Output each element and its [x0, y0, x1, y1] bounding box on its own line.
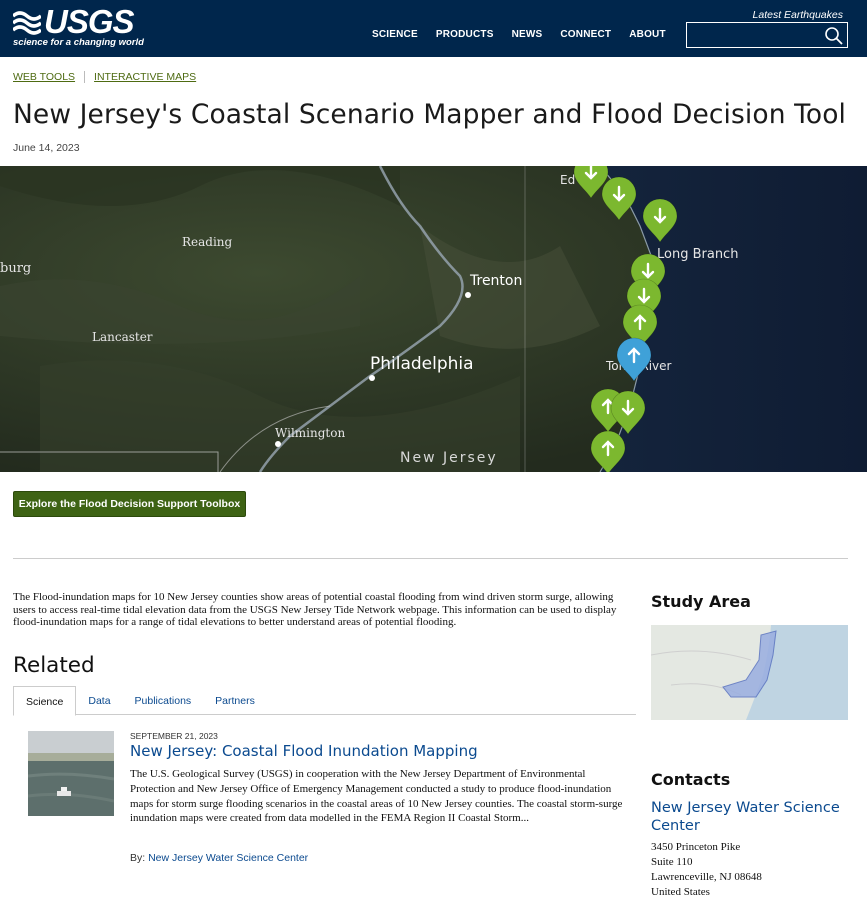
- contacts-heading: Contacts: [651, 770, 731, 789]
- card-by-label: By:: [130, 852, 146, 864]
- search-input[interactable]: [686, 22, 848, 48]
- explore-toolbox-button[interactable]: Explore the Flood Decision Support Toolb…: [13, 491, 246, 517]
- study-area-map[interactable]: [651, 625, 848, 720]
- card-by-link[interactable]: New Jersey Water Science Center: [148, 852, 308, 864]
- map-label-reading: Reading: [182, 235, 233, 249]
- publish-date: June 14, 2023: [13, 142, 80, 154]
- card-title-link[interactable]: New Jersey: Coastal Flood Inundation Map…: [130, 742, 478, 760]
- site-header: USGS science for a changing world SCIENC…: [0, 0, 867, 57]
- address-line: Lawrenceville, NJ 08648: [651, 871, 762, 883]
- map-label-long-branch: Long Branch: [657, 247, 738, 262]
- address-line: Suite 110: [651, 856, 693, 868]
- tab-publications[interactable]: Publications: [123, 686, 204, 715]
- latest-earthquakes-link[interactable]: Latest Earthquakes: [753, 9, 843, 21]
- nav-products[interactable]: PRODUCTS: [436, 29, 494, 40]
- map-label-lancaster: Lancaster: [92, 330, 153, 344]
- section-divider: [13, 558, 848, 559]
- map-label-burg: burg: [0, 261, 31, 276]
- map-label-wilmington: Wilmington: [275, 426, 345, 440]
- card-thumbnail[interactable]: [28, 731, 114, 816]
- breadcrumb-interactive-maps[interactable]: INTERACTIVE MAPS: [94, 71, 196, 83]
- page-title: New Jersey's Coastal Scenario Mapper and…: [13, 99, 846, 130]
- address-line: 3450 Princeton Pike: [651, 841, 741, 853]
- nav-science[interactable]: SCIENCE: [372, 29, 418, 40]
- study-area-heading: Study Area: [651, 592, 751, 611]
- map-label-trenton: Trenton: [469, 273, 522, 289]
- page-description: The Flood-inundation maps for 10 New Jer…: [13, 591, 617, 628]
- tab-partners[interactable]: Partners: [203, 686, 267, 715]
- card-date: SEPTEMBER 21, 2023: [130, 731, 218, 741]
- map-label-ed: Ed: [560, 173, 575, 187]
- nav-connect[interactable]: CONNECT: [560, 29, 611, 40]
- usgs-logo[interactable]: USGS science for a changing world: [13, 3, 144, 50]
- card-body: The U.S. Geological Survey (USGS) in coo…: [130, 768, 623, 825]
- search-icon[interactable]: [824, 26, 844, 46]
- coastal-map-image: Reading burg Trenton Long Branch Lancast…: [0, 166, 867, 472]
- breadcrumb: WEB TOOLS INTERACTIVE MAPS: [13, 71, 196, 83]
- map-label-new-jersey: New Jersey: [400, 450, 498, 466]
- breadcrumb-web-tools[interactable]: WEB TOOLS: [13, 71, 75, 83]
- card-byline: By: New Jersey Water Science Center: [130, 852, 308, 864]
- related-tabs: Science Data Publications Partners: [13, 686, 636, 716]
- address-line: United States: [651, 886, 710, 898]
- nav-news[interactable]: NEWS: [512, 29, 543, 40]
- map-graphic: Reading burg Trenton Long Branch Lancast…: [0, 166, 867, 472]
- logo-text: USGS: [44, 3, 135, 40]
- contact-address: 3450 Princeton Pike Suite 110 Lawrencevi…: [651, 840, 762, 900]
- related-heading: Related: [13, 653, 95, 678]
- breadcrumb-divider: [84, 71, 86, 83]
- logo-tagline: science for a changing world: [13, 37, 144, 48]
- tab-data[interactable]: Data: [76, 686, 122, 715]
- usgs-wave-icon: [13, 8, 41, 36]
- tab-science[interactable]: Science: [13, 686, 77, 716]
- contact-name-link[interactable]: New Jersey Water Science Center: [651, 799, 851, 835]
- map-label-philadelphia: Philadelphia: [370, 354, 474, 374]
- main-nav: SCIENCE PRODUCTS NEWS CONNECT ABOUT: [372, 29, 684, 40]
- nav-about[interactable]: ABOUT: [629, 29, 666, 40]
